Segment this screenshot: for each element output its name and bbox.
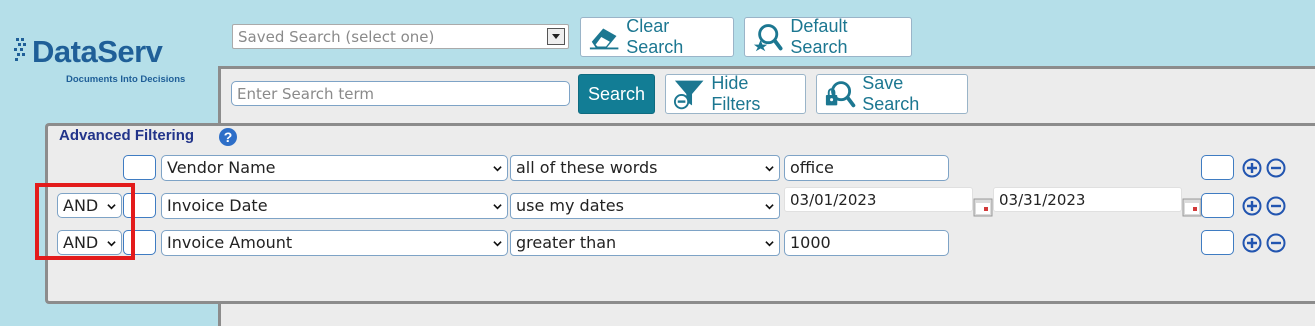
row1-paren-close[interactable] — [1201, 155, 1234, 180]
highlight-box — [35, 183, 135, 260]
logo-tagline: Documents Into Decisions — [66, 74, 186, 85]
remove-row-icon[interactable] — [1266, 196, 1286, 216]
row3-operator-value: greater than — [516, 233, 617, 252]
row3-paren-close[interactable] — [1201, 230, 1234, 255]
eraser-icon — [589, 28, 619, 50]
row3-value: 1000 — [790, 233, 831, 252]
search-button[interactable]: Search — [578, 74, 655, 114]
dataserv-logo: DataServ Documents Into Decisions — [14, 34, 204, 94]
save-search-label: Save Search — [862, 73, 920, 114]
filter-minus-icon — [673, 80, 704, 110]
save-search-button[interactable]: Save Search — [816, 73, 968, 114]
search-term-input[interactable]: Enter Search term — [231, 81, 570, 106]
saved-search-select[interactable]: Saved Search (select one) — [232, 24, 569, 49]
chevron-down-icon — [493, 166, 502, 172]
row1-paren-open[interactable] — [123, 155, 156, 180]
row2-operator-select[interactable]: use my dates — [510, 193, 780, 219]
logo-wordmark: DataServ — [32, 34, 163, 69]
row1-field-value: Vendor Name — [167, 158, 276, 177]
svg-text:?: ? — [224, 129, 233, 145]
row3-field-value: Invoice Amount — [167, 233, 293, 252]
chevron-down-icon — [765, 166, 774, 172]
add-row-icon[interactable] — [1242, 158, 1262, 178]
row2-paren-close[interactable] — [1201, 193, 1234, 218]
row1-operator-select[interactable]: all of these words — [510, 155, 780, 181]
row1-value: office — [790, 158, 834, 177]
calendar-icon[interactable] — [973, 197, 993, 217]
remove-row-icon[interactable] — [1266, 233, 1286, 253]
row1-field-select[interactable]: Vendor Name — [161, 155, 508, 181]
add-row-icon[interactable] — [1242, 196, 1262, 216]
row1-operator-value: all of these words — [516, 158, 658, 177]
row2-date-to-value: 03/31/2023 — [999, 191, 1086, 209]
chevron-down-icon — [765, 241, 774, 247]
row2-field-select[interactable]: Invoice Date — [161, 193, 508, 219]
hide-filters-label: Hide Filters — [711, 73, 761, 114]
clear-search-label: Clear Search — [626, 16, 684, 57]
logo-dots-icon — [14, 38, 26, 61]
row3-field-select[interactable]: Invoice Amount — [161, 230, 508, 256]
row2-field-value: Invoice Date — [167, 196, 268, 215]
row2-date-from-value: 03/01/2023 — [790, 191, 877, 209]
default-search-label: Default Search — [790, 16, 848, 57]
calendar-icon[interactable] — [1182, 197, 1202, 217]
default-search-button[interactable]: Default Search — [744, 16, 912, 57]
search-lock-icon — [825, 81, 856, 108]
chevron-down-icon — [493, 241, 502, 247]
help-icon[interactable]: ? — [218, 127, 238, 147]
chevron-down-icon — [765, 204, 774, 210]
row2-date-to-input[interactable]: 03/31/2023 — [993, 187, 1182, 212]
add-row-icon[interactable] — [1242, 233, 1262, 253]
row3-operator-select[interactable]: greater than — [510, 230, 780, 256]
row3-value-input[interactable]: 1000 — [784, 230, 949, 256]
row2-operator-value: use my dates — [516, 196, 624, 215]
hide-filters-button[interactable]: Hide Filters — [665, 73, 806, 114]
clear-search-button[interactable]: Clear Search — [580, 16, 734, 57]
remove-row-icon[interactable] — [1266, 158, 1286, 178]
row2-date-from-input[interactable]: 03/01/2023 — [784, 187, 973, 212]
search-star-icon — [753, 24, 783, 52]
advanced-filtering-title: Advanced Filtering — [59, 127, 195, 144]
search-term-placeholder: Enter Search term — [237, 85, 374, 103]
row1-value-input[interactable]: office — [784, 155, 949, 181]
dropdown-arrow-icon[interactable] — [547, 28, 565, 45]
search-label: Search — [587, 83, 646, 104]
saved-search-placeholder: Saved Search (select one) — [238, 28, 435, 46]
chevron-down-icon — [493, 204, 502, 210]
